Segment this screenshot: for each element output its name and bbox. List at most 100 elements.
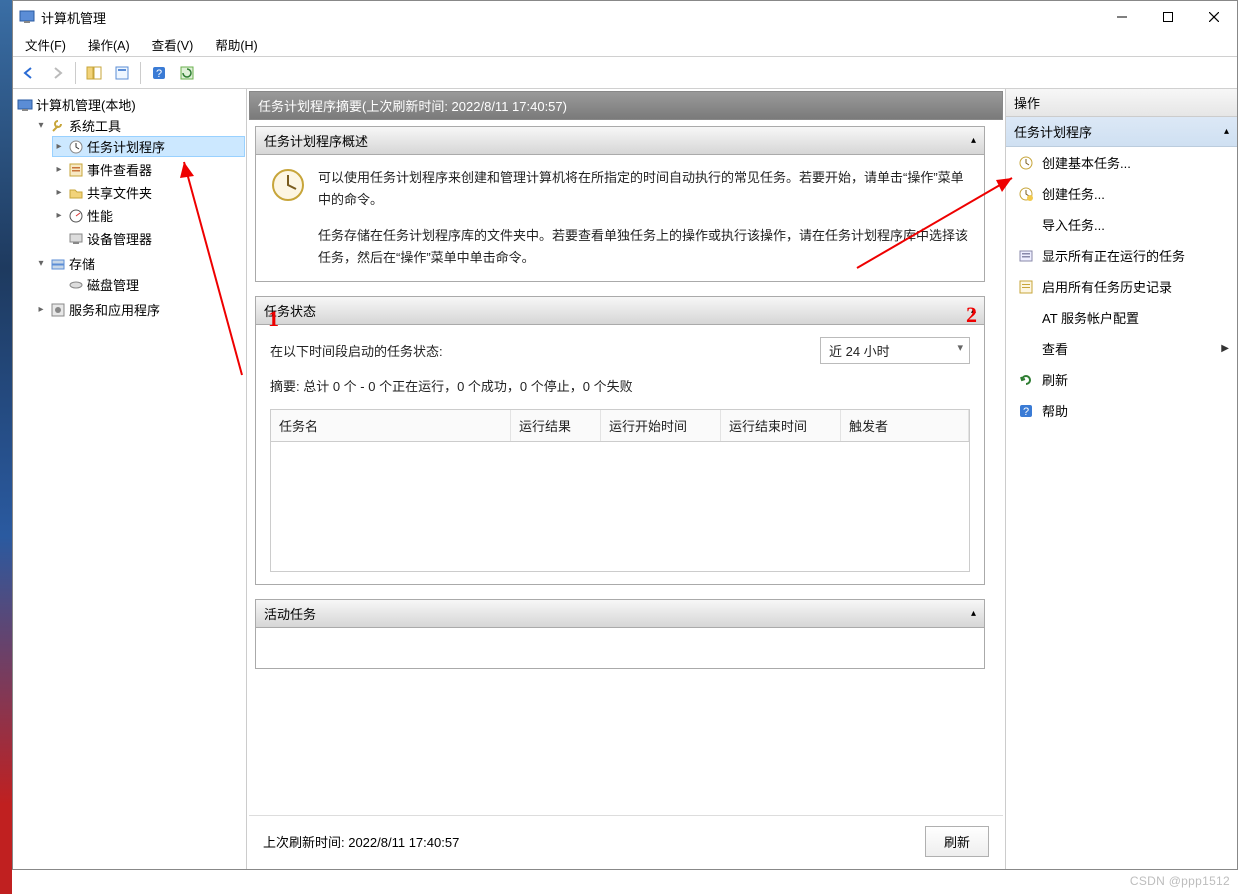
action-import-task[interactable]: 导入任务... — [1006, 209, 1237, 240]
disk-icon — [68, 277, 84, 293]
tree-label: 系统工具 — [69, 116, 121, 135]
tree-disk-management[interactable]: 磁盘管理 — [53, 275, 244, 294]
section-title: 任务计划程序概述 — [264, 131, 368, 150]
tree-services-apps[interactable]: ▸ 服务和应用程序 — [35, 300, 244, 319]
show-hide-tree-button[interactable] — [82, 61, 106, 85]
history-icon — [1018, 279, 1034, 295]
col-start[interactable]: 运行开始时间 — [601, 410, 721, 441]
menubar: 文件(F) 操作(A) 查看(V) 帮助(H) — [13, 33, 1237, 57]
menu-help[interactable]: 帮助(H) — [209, 33, 263, 56]
svg-text:?: ? — [1023, 406, 1029, 418]
expand-icon[interactable]: ▸ — [35, 304, 47, 315]
overview-paragraph: 任务存储在任务计划程序库的文件夹中。若要查看单独任务上的操作或执行该操作，请在任… — [318, 225, 970, 269]
action-show-running[interactable]: 显示所有正在运行的任务 — [1006, 240, 1237, 271]
refresh-button[interactable] — [175, 61, 199, 85]
main-content: 任务计划程序摘要(上次刷新时间: 2022/8/11 17:40:57) 任务计… — [247, 89, 1005, 869]
task-table-body[interactable] — [270, 442, 970, 572]
action-label: AT 服务帐户配置 — [1042, 308, 1139, 327]
tree-label: 性能 — [87, 206, 113, 225]
tree-event-viewer[interactable]: ▸ 事件查看器 — [53, 160, 244, 179]
running-tasks-icon — [1018, 248, 1034, 264]
watermark: CSDN @ppp1512 — [1130, 874, 1230, 888]
minimize-button[interactable] — [1099, 1, 1145, 33]
overview-section-header[interactable]: 任务计划程序概述 ▴ — [256, 127, 984, 155]
collapse-icon[interactable]: ▴ — [971, 608, 976, 619]
actions-pane-title: 操作 — [1006, 89, 1237, 117]
close-button[interactable] — [1191, 1, 1237, 33]
tree-performance[interactable]: ▸ 性能 — [53, 206, 244, 225]
overview-paragraph: 可以使用任务计划程序来创建和管理计算机将在所指定的时间自动执行的常见任务。若要开… — [318, 167, 970, 211]
tools-icon — [50, 118, 66, 134]
desktop-background-strip — [0, 0, 12, 894]
expand-icon[interactable]: ▸ — [53, 141, 65, 152]
expand-icon[interactable]: ▸ — [53, 210, 65, 221]
titlebar[interactable]: 计算机管理 — [13, 1, 1237, 33]
action-at-account[interactable]: AT 服务帐户配置 — [1006, 302, 1237, 333]
active-tasks-section: 活动任务 ▴ — [255, 599, 985, 669]
action-label: 启用所有任务历史记录 — [1042, 277, 1172, 296]
tree-device-manager[interactable]: 设备管理器 — [53, 229, 244, 248]
time-range-combo[interactable]: 近 24 小时 — [820, 337, 970, 364]
collapse-icon[interactable]: ▴ — [971, 305, 976, 316]
action-label: 创建基本任务... — [1042, 153, 1131, 172]
col-end[interactable]: 运行结束时间 — [721, 410, 841, 441]
tree-storage[interactable]: ▾ 存储 — [35, 254, 244, 273]
computer-icon — [17, 97, 33, 113]
refresh-button[interactable]: 刷新 — [925, 826, 989, 857]
navigation-tree[interactable]: 计算机管理(本地) ▾ 系统工具 ▸ — [13, 89, 247, 869]
task-status-header[interactable]: 任务状态 ▴ — [256, 297, 984, 325]
create-task-icon — [1018, 186, 1034, 202]
tree-label: 服务和应用程序 — [69, 300, 160, 319]
collapse-icon[interactable]: ▴ — [1224, 126, 1229, 137]
toolbar: ? — [13, 57, 1237, 89]
task-status-label: 在以下时间段启动的任务状态: — [270, 341, 443, 360]
tree-system-tools[interactable]: ▾ 系统工具 — [35, 116, 244, 135]
action-create-task[interactable]: 创建任务... — [1006, 178, 1237, 209]
action-view[interactable]: 查看 ▶ — [1006, 333, 1237, 364]
tree-task-scheduler[interactable]: ▸ 任务计划程序 — [53, 137, 244, 156]
action-refresh[interactable]: 刷新 — [1006, 364, 1237, 395]
app-icon — [19, 9, 35, 25]
properties-button[interactable] — [110, 61, 134, 85]
action-create-basic-task[interactable]: 创建基本任务... — [1006, 147, 1237, 178]
actions-pane: 操作 任务计划程序 ▴ 创建基本任务... 创建任务... 导入任务... 显示… — [1005, 89, 1237, 869]
clock-icon — [68, 139, 84, 155]
expand-icon[interactable]: ▸ — [53, 187, 65, 198]
action-label: 查看 — [1042, 339, 1068, 358]
tree-label: 设备管理器 — [87, 229, 152, 248]
summary-footer: 上次刷新时间: 2022/8/11 17:40:57 刷新 — [249, 815, 1003, 867]
summary-header: 任务计划程序摘要(上次刷新时间: 2022/8/11 17:40:57) — [249, 91, 1003, 120]
menu-action[interactable]: 操作(A) — [82, 33, 136, 56]
tree-label: 事件查看器 — [87, 160, 152, 179]
task-status-summary: 摘要: 总计 0 个 - 0 个正在运行，0 个成功，0 个停止，0 个失败 — [270, 376, 970, 395]
action-enable-history[interactable]: 启用所有任务历史记录 — [1006, 271, 1237, 302]
menu-file[interactable]: 文件(F) — [19, 33, 72, 56]
clock-icon — [270, 167, 306, 203]
expand-icon[interactable]: ▾ — [35, 258, 47, 269]
tree-root[interactable]: 计算机管理(本地) — [17, 95, 244, 114]
section-title: 活动任务 — [264, 604, 316, 623]
services-icon — [50, 302, 66, 318]
device-icon — [68, 231, 84, 247]
maximize-button[interactable] — [1145, 1, 1191, 33]
active-tasks-header[interactable]: 活动任务 ▴ — [256, 600, 984, 628]
actions-group-header[interactable]: 任务计划程序 ▴ — [1006, 117, 1237, 147]
tree-shared-folders[interactable]: ▸ 共享文件夹 — [53, 183, 244, 202]
expand-icon[interactable]: ▾ — [35, 120, 47, 131]
create-basic-task-icon — [1018, 155, 1034, 171]
col-trigger[interactable]: 触发者 — [841, 410, 969, 441]
menu-view[interactable]: 查看(V) — [146, 33, 200, 56]
forward-button[interactable] — [45, 61, 69, 85]
tree-label: 共享文件夹 — [87, 183, 152, 202]
collapse-icon[interactable]: ▴ — [971, 135, 976, 146]
tree-label: 磁盘管理 — [87, 275, 139, 294]
summary-scroll[interactable]: 任务计划程序概述 ▴ 可以使用任务计划程序来创建和管理计算机将在所指定的时间自动… — [249, 126, 1003, 815]
action-help[interactable]: ? 帮助 — [1006, 395, 1237, 426]
help-button[interactable]: ? — [147, 61, 171, 85]
last-refresh-label: 上次刷新时间: 2022/8/11 17:40:57 — [263, 832, 459, 851]
submenu-arrow-icon: ▶ — [1221, 343, 1229, 354]
col-task-name[interactable]: 任务名 — [271, 410, 511, 441]
expand-icon[interactable]: ▸ — [53, 164, 65, 175]
back-button[interactable] — [17, 61, 41, 85]
col-result[interactable]: 运行结果 — [511, 410, 601, 441]
